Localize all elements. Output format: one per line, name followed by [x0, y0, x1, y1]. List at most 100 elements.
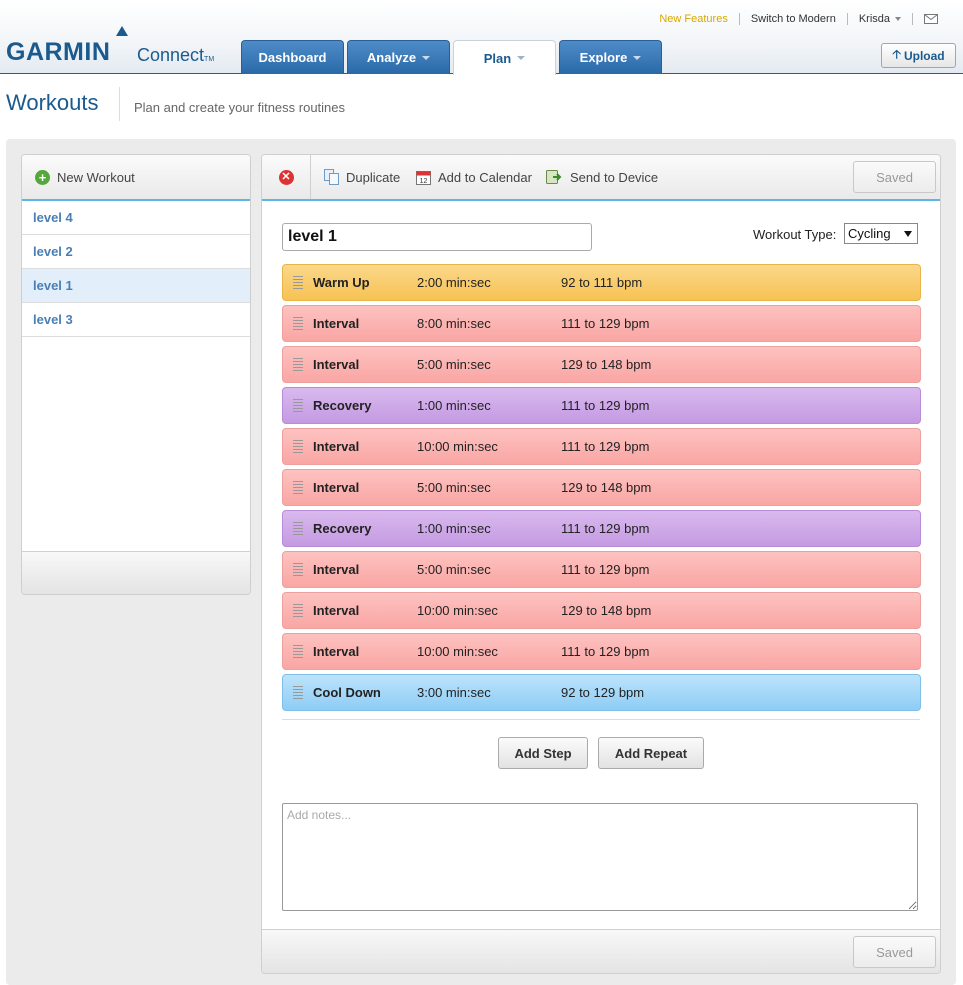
workout-step-interval[interactable]: Interval 5:00 min:sec 129 to 148 bpm — [282, 346, 921, 383]
workout-editor-panel: ✕ Duplicate 12 Add to Calendar Send to D… — [261, 154, 941, 974]
workout-step-recovery[interactable]: Recovery 1:00 min:sec 111 to 129 bpm — [282, 510, 921, 547]
step-name: Interval — [313, 603, 360, 618]
step-name: Recovery — [313, 521, 372, 536]
tab-label: Analyze — [366, 50, 417, 65]
tab-explore[interactable]: Explore — [559, 40, 662, 74]
new-workout-label: New Workout — [57, 169, 135, 185]
step-name: Interval — [313, 644, 360, 659]
chevron-down-icon — [895, 17, 901, 22]
saved-button[interactable]: Saved — [853, 161, 936, 193]
new-features-link[interactable]: New Features — [648, 13, 740, 25]
user-menu[interactable]: Krisda — [848, 13, 913, 25]
step-duration: 10:00 min:sec — [417, 644, 498, 659]
workout-type-value: Cycling — [848, 226, 891, 241]
tab-dashboard[interactable]: Dashboard — [241, 40, 344, 74]
workout-list-item-selected[interactable]: level 1 — [22, 269, 250, 303]
step-target: 111 to 129 bpm — [561, 521, 650, 536]
duplicate-button[interactable]: Duplicate — [324, 155, 400, 199]
step-name: Interval — [313, 439, 360, 454]
workout-list-item[interactable]: level 3 — [22, 303, 250, 337]
tab-label: Plan — [483, 50, 512, 66]
workout-type-select[interactable]: Cycling — [844, 223, 918, 244]
step-target: 129 to 148 bpm — [561, 357, 652, 372]
upload-button[interactable]: 🡡 Upload — [881, 43, 956, 68]
add-to-calendar-label: Add to Calendar — [438, 169, 532, 185]
workout-list-item[interactable]: level 4 — [22, 201, 250, 235]
drag-handle-icon[interactable] — [293, 563, 303, 578]
step-target: 129 to 148 bpm — [561, 480, 652, 495]
workout-step-recovery[interactable]: Recovery 1:00 min:sec 111 to 129 bpm — [282, 387, 921, 424]
drag-handle-icon[interactable] — [293, 399, 303, 414]
step-duration: 10:00 min:sec — [417, 439, 498, 454]
drag-handle-icon[interactable] — [293, 317, 303, 332]
send-to-device-button[interactable]: Send to Device — [546, 155, 658, 199]
new-workout-button[interactable]: + New Workout — [22, 155, 250, 201]
add-to-calendar-button[interactable]: 12 Add to Calendar — [416, 155, 532, 199]
workout-step-cooldown[interactable]: Cool Down 3:00 min:sec 92 to 129 bpm — [282, 674, 921, 711]
workout-name-input[interactable] — [282, 223, 592, 251]
duplicate-icon — [324, 169, 339, 185]
step-target: 92 to 129 bpm — [561, 685, 645, 700]
step-duration: 5:00 min:sec — [417, 562, 491, 577]
workout-type-label: Workout Type: — [753, 227, 837, 242]
step-duration: 1:00 min:sec — [417, 521, 491, 536]
step-duration: 1:00 min:sec — [417, 398, 491, 413]
workout-step-interval[interactable]: Interval 10:00 min:sec 111 to 129 bpm — [282, 633, 921, 670]
send-to-device-label: Send to Device — [570, 169, 659, 185]
step-duration: 2:00 min:sec — [417, 275, 491, 290]
drag-handle-icon[interactable] — [293, 481, 303, 496]
editor-footer: Saved — [262, 929, 940, 973]
tab-analyze[interactable]: Analyze — [347, 40, 450, 74]
title-divider — [119, 87, 120, 121]
drag-handle-icon[interactable] — [293, 604, 303, 619]
chevron-down-icon — [422, 55, 431, 60]
step-duration: 3:00 min:sec — [417, 685, 491, 700]
tab-plan[interactable]: Plan — [453, 40, 556, 75]
workout-list-footer — [22, 551, 250, 594]
step-target: 92 to 111 bpm — [561, 275, 643, 290]
step-duration: 10:00 min:sec — [417, 603, 498, 618]
drag-handle-icon[interactable] — [293, 440, 303, 455]
step-target: 111 to 129 bpm — [561, 398, 650, 413]
workout-list-panel: + New Workout level 4 level 2 level 1 le… — [21, 154, 251, 595]
logo-triangle-icon — [116, 26, 128, 36]
step-target: 111 to 129 bpm — [561, 644, 650, 659]
workout-step-interval[interactable]: Interval 10:00 min:sec 129 to 148 bpm — [282, 592, 921, 629]
drag-handle-icon[interactable] — [293, 522, 303, 537]
step-duration: 5:00 min:sec — [417, 480, 491, 495]
workout-step-warmup[interactable]: Warm Up 2:00 min:sec 92 to 111 bpm — [282, 264, 921, 301]
step-target: 129 to 148 bpm — [561, 603, 652, 618]
duplicate-label: Duplicate — [346, 169, 401, 185]
drag-handle-icon[interactable] — [293, 686, 303, 701]
switch-to-modern-link[interactable]: Switch to Modern — [740, 13, 848, 25]
step-name: Interval — [313, 480, 360, 495]
step-target: 111 to 129 bpm — [561, 316, 650, 331]
tab-label: Explore — [579, 50, 628, 65]
workout-step-interval[interactable]: Interval 8:00 min:sec 111 to 129 bpm — [282, 305, 921, 342]
add-repeat-button[interactable]: Add Repeat — [598, 737, 704, 769]
step-name: Interval — [313, 357, 360, 372]
step-name: Recovery — [313, 398, 372, 413]
step-duration: 5:00 min:sec — [417, 357, 491, 372]
drag-handle-icon[interactable] — [293, 276, 303, 291]
upload-label: Upload — [903, 48, 945, 63]
notes-textarea[interactable] — [282, 803, 918, 911]
workout-step-interval[interactable]: Interval 10:00 min:sec 111 to 129 bpm — [282, 428, 921, 465]
step-name: Interval — [313, 316, 360, 331]
drag-handle-icon[interactable] — [293, 645, 303, 660]
arrow-up-icon: 🡡 — [892, 47, 901, 61]
workout-list-item[interactable]: level 2 — [22, 235, 250, 269]
logo-garmin-text: GARMIN — [6, 38, 111, 66]
add-step-button[interactable]: Add Step — [498, 737, 588, 769]
saved-button-footer[interactable]: Saved — [853, 936, 936, 968]
step-name: Cool Down — [313, 685, 381, 700]
main-nav: Dashboard Analyze Plan Explore — [241, 40, 665, 75]
drag-handle-icon[interactable] — [293, 358, 303, 373]
user-name: Krisda — [858, 13, 890, 25]
plus-icon: + — [35, 169, 50, 185]
workout-step-interval[interactable]: Interval 5:00 min:sec 129 to 148 bpm — [282, 469, 921, 506]
workout-step-interval[interactable]: Interval 5:00 min:sec 111 to 129 bpm — [282, 551, 921, 588]
messages-link[interactable] — [913, 13, 949, 25]
delete-button[interactable]: ✕ — [262, 155, 311, 199]
chevron-down-icon — [633, 55, 642, 60]
